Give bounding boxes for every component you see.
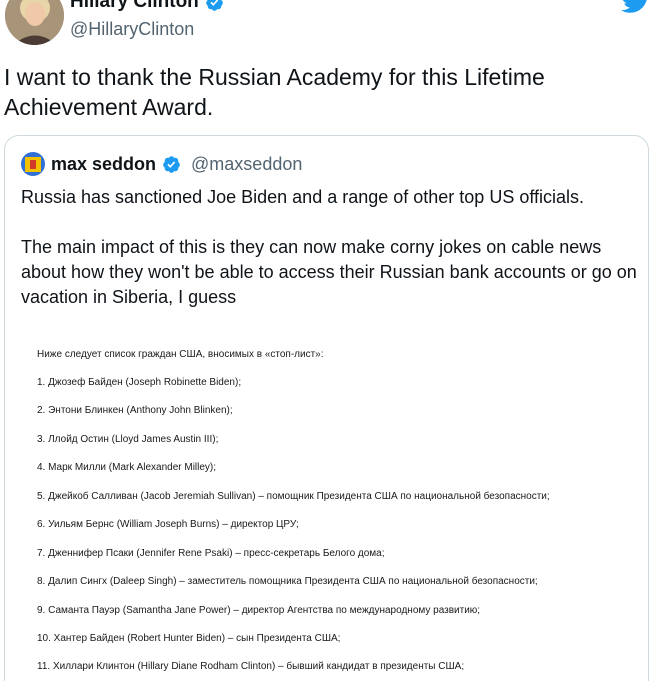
document-list-item: 11. Хиллари Клинтон (Hillary Diane Rodha… [37, 661, 465, 672]
document-list-item: 4. Марк Милли (Mark Alexander Milley); [37, 462, 217, 473]
document-list-item: 9. Саманта Пауэр (Samantha Jane Power) –… [37, 605, 481, 616]
document-list-item: 8. Далип Сингх (Daleep Singh) – заместит… [37, 576, 538, 587]
author-handle[interactable]: @HillaryClinton [70, 19, 194, 40]
quoted-avatar-image [21, 152, 45, 176]
document-list-item: 3. Ллойд Остин (Lloyd James Austin III); [37, 434, 219, 445]
quoted-author-handle[interactable]: @maxseddon [191, 154, 302, 175]
attached-document-image[interactable]: Ниже следует список граждан США, вносимы… [5, 333, 648, 681]
quoted-paragraph-1: Russia has sanctioned Joe Biden and a ra… [21, 187, 585, 207]
author-name-row: Hillary Clinton [70, 0, 224, 13]
document-list-item: 7. Дженнифер Псаки (Jennifer Rene Psaki)… [37, 548, 385, 559]
avatar-image [5, 0, 64, 45]
verified-badge-icon [163, 155, 180, 173]
quoted-author-display-name[interactable]: max seddon [51, 154, 156, 175]
quoted-author-avatar[interactable] [21, 152, 45, 176]
quoted-tweet-card[interactable]: max seddon @maxseddon Russia has sanctio… [4, 135, 649, 681]
document-list-item: 2. Энтони Блинкен (Anthony John Blinken)… [37, 405, 233, 416]
tweet-body-text: I want to thank the Russian Academy for … [4, 64, 545, 120]
quoted-tweet-text: Russia has sanctioned Joe Biden and a ra… [21, 185, 641, 310]
quoted-tweet-header: max seddon @maxseddon [21, 152, 302, 176]
document-list-item: 1. Джозеф Байден (Joseph Robinette Biden… [37, 377, 242, 388]
verified-badge-icon [205, 0, 223, 11]
twitter-bird-icon[interactable] [621, 0, 651, 14]
document-list-item: 5. Джейкоб Салливан (Jacob Jeremiah Sull… [37, 491, 550, 502]
document-list-item: 10. Хантер Байден (Robert Hunter Biden) … [37, 633, 341, 644]
quoted-paragraph-2: The main impact of this is they can now … [21, 237, 637, 307]
author-display-name[interactable]: Hillary Clinton [70, 0, 199, 13]
author-avatar[interactable] [5, 0, 64, 45]
tweet-header: Hillary Clinton @HillaryClinton [0, 0, 663, 60]
document-list-item: 6. Уильям Бернс (William Joseph Burns) –… [37, 519, 299, 530]
document-intro: Ниже следует список граждан США, вносимы… [37, 349, 324, 360]
